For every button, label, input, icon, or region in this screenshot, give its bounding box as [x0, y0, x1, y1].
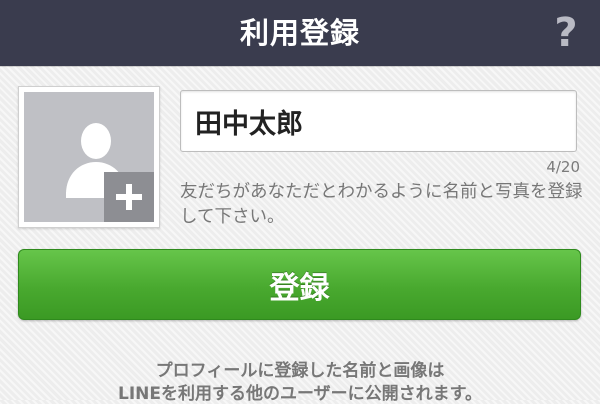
- privacy-notice-line-2: LINEを利用する他のユーザーに公開されます。: [118, 384, 482, 404]
- plus-icon: [116, 184, 142, 210]
- help-icon[interactable]: ?: [548, 10, 584, 56]
- page-title: 利用登録: [239, 16, 360, 50]
- character-count: 4/20: [546, 158, 580, 176]
- instruction-text: 友だちがあなただとわかるように名前と写真を登録して下さい。: [180, 182, 583, 227]
- register-button[interactable]: 登録: [18, 249, 581, 320]
- app-header: 利用登録 ?: [0, 0, 600, 66]
- name-input[interactable]: [180, 90, 577, 152]
- profile-photo-picker[interactable]: [18, 86, 160, 228]
- add-photo-button[interactable]: [104, 172, 154, 222]
- avatar-placeholder: [24, 92, 154, 222]
- privacy-notice-line-1: プロフィールに登録した名前と画像は: [155, 361, 445, 381]
